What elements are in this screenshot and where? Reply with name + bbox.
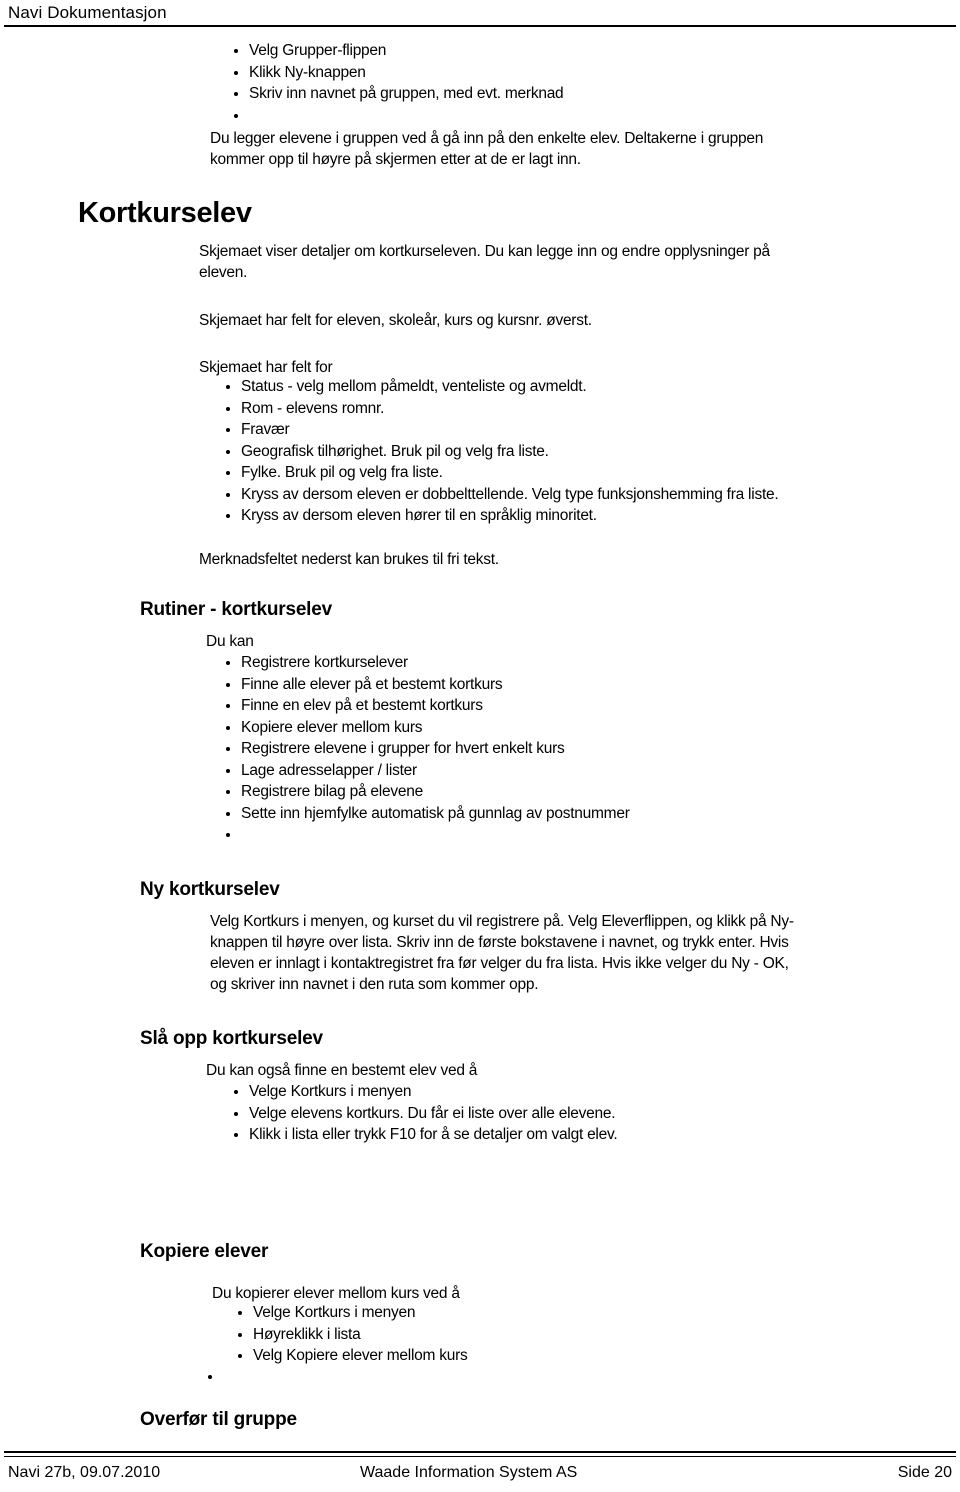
- list-item: Skriv inn navnet på gruppen, med evt. me…: [232, 83, 932, 105]
- rutiner-list: Registrere kortkurselever Finne alle ele…: [224, 652, 960, 846]
- list-item: Fylke. Bruk pil og velg fra liste.: [224, 462, 960, 484]
- section-heading-ny-kortkurselev: Ny kortkurselev: [140, 879, 280, 900]
- list-item: Velge Kortkurs i menyen: [232, 1081, 960, 1103]
- grupper-paragraph-line: Du legger elevene i gruppen ved å gå inn…: [210, 130, 764, 147]
- list-item: Geografisk tilhørighet. Bruk pil og velg…: [224, 441, 960, 463]
- section-heading-kopiere-elever: Kopiere elever: [140, 1241, 269, 1262]
- kortkurselev-fields-top: Skjemaet har felt for eleven, skoleår, k…: [199, 312, 592, 329]
- list-item: [224, 824, 960, 846]
- kortkurselev-fields-intro: Skjemaet har felt for: [199, 359, 333, 376]
- ny-kortkurselev-line: og skriver inn navnet i den ruta som kom…: [210, 976, 539, 993]
- list-item: Sette inn hjemfylke automatisk på gunnla…: [224, 803, 960, 825]
- grupper-steps-list: Velg Grupper-flippen Klikk Ny-knappen Sk…: [232, 40, 932, 126]
- list-item: Høyreklikk i lista: [236, 1324, 960, 1346]
- page-header: Navi Dokumentasjon: [0, 0, 960, 30]
- list-item: Kryss av dersom eleven hører til en språ…: [224, 505, 960, 527]
- list-item: Registrere bilag på elevene: [224, 781, 960, 803]
- sla-opp-list: Velge Kortkurs i menyen Velge elevens ko…: [232, 1081, 960, 1146]
- list-item: Status - velg mellom påmeldt, venteliste…: [224, 376, 960, 398]
- kortkurselev-intro-line: eleven.: [199, 264, 248, 281]
- rutiner-intro: Du kan: [206, 633, 254, 650]
- ny-kortkurselev-line: eleven er innlagt i kontaktregistret fra…: [210, 955, 789, 972]
- list-item: Lage adresselapper / lister: [224, 760, 960, 782]
- section-heading-sla-opp: Slå opp kortkurselev: [140, 1028, 323, 1049]
- ny-kortkurselev-paragraph: Velg Kortkurs i menyen, og kurset du vil…: [210, 911, 960, 995]
- list-item: Kryss av dersom eleven er dobbelttellend…: [224, 484, 960, 506]
- list-item: Registrere elevene i grupper for hvert e…: [224, 738, 960, 760]
- list-item: Velg Grupper-flippen: [232, 40, 932, 62]
- footer-divider-top: [4, 1451, 956, 1453]
- footer-page-number: Side 20: [897, 1464, 952, 1481]
- list-item: Velge elevens kortkurs. Du får ei liste …: [232, 1103, 960, 1125]
- document-title: Navi Dokumentasjon: [8, 3, 167, 22]
- section-heading-overfor-til-gruppe: Overfør til gruppe: [140, 1409, 297, 1430]
- list-item: Registrere kortkurselever: [224, 652, 960, 674]
- list-item: Finne alle elever på et bestemt kortkurs: [224, 674, 960, 696]
- section-heading-rutiner: Rutiner - kortkurselev: [140, 599, 332, 620]
- list-item: Velg Kopiere elever mellom kurs: [236, 1345, 960, 1367]
- footer-divider-bottom: [4, 1456, 956, 1457]
- list-item: Fravær: [224, 419, 960, 441]
- grupper-paragraph-line: kommer opp til høyre på skjermen etter a…: [210, 151, 581, 168]
- list-item: Klikk Ny-knappen: [232, 62, 932, 84]
- list-item: [206, 1366, 946, 1388]
- kortkurselev-intro-line: Skjemaet viser detaljer om kortkurseleve…: [199, 243, 770, 260]
- kortkurselev-note: Merknadsfeltet nederst kan brukes til fr…: [199, 551, 499, 568]
- ny-kortkurselev-line: Velg Kortkurs i menyen, og kurset du vil…: [210, 913, 794, 930]
- kortkurselev-fields-list: Status - velg mellom påmeldt, venteliste…: [224, 376, 960, 527]
- page-footer: Navi 27b, 09.07.2010 Waade Information S…: [0, 1462, 960, 1488]
- list-item: Klikk i lista eller trykk F10 for å se d…: [232, 1124, 960, 1146]
- footer-company: Waade Information System AS: [360, 1464, 578, 1481]
- list-item: Kopiere elever mellom kurs: [224, 717, 960, 739]
- kortkurselev-intro: Skjemaet viser detaljer om kortkurseleve…: [199, 241, 959, 283]
- page-title: Kortkurselev: [78, 197, 252, 229]
- list-item: Rom - elevens romnr.: [224, 398, 960, 420]
- kopiere-elever-list: Velge Kortkurs i menyen Høyreklikk i lis…: [236, 1302, 960, 1367]
- list-item: [232, 105, 932, 127]
- kopiere-elever-intro: Du kopierer elever mellom kurs ved å: [212, 1285, 460, 1302]
- list-item: Finne en elev på et bestemt kortkurs: [224, 695, 960, 717]
- grupper-paragraph: Du legger elevene i gruppen ved å gå inn…: [210, 128, 950, 170]
- kopiere-elever-trailing-list: [206, 1366, 946, 1388]
- ny-kortkurselev-line: knappen til høyre over lista. Skriv inn …: [210, 934, 789, 951]
- footer-version: Navi 27b, 09.07.2010: [8, 1464, 161, 1481]
- header-divider: [4, 25, 956, 27]
- list-item: Velge Kortkurs i menyen: [236, 1302, 960, 1324]
- sla-opp-intro: Du kan også finne en bestemt elev ved å: [206, 1062, 478, 1079]
